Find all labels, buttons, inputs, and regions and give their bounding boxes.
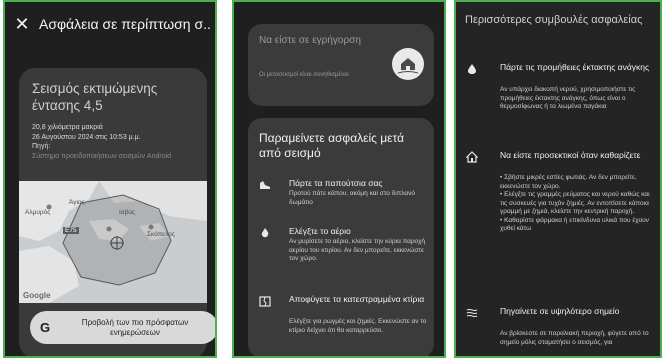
tip-desc: Προτού πάτε κάπου, ακόμη και στο διπλανό… [289,190,416,206]
tip-title: Αποφύγετε τα κατεστραμμένα κτίρια [289,294,425,304]
tip-desc: Αν μυρίσετε το αέριο, κλείστε την κύρια … [289,238,426,262]
safety-title: Παραμείνετε ασφαλείς μετά από σεισμό [259,131,405,160]
tip-bullet: • Ελέγξτε τις γραμμές ρεύματος και νερού… [500,191,650,215]
earthquake-map[interactable]: Άγιος Αλμυρός Ιαβος Σκόπελος E75 Google [19,181,207,303]
tip-bullets: • Σβήστε μικρές εστίες φωτιάς. Αν δεν μπ… [500,174,650,234]
earthquake-title: Σεισμός εκτιμώμενης έντασης 4,5 [32,81,158,113]
map-graphic [19,181,207,303]
top-app-bar: ✕ Ασφάλεια σε περίπτωση σ... [5,2,215,46]
road-shield: E75 [63,227,79,234]
distance-text: 20,8 χιλιόμετρα μακριά [32,124,103,131]
alert-card: Να είστε σε εγρήγορση Οι μετασεισμοί είν… [248,24,434,106]
alert-title: Να είστε σε εγρήγορση [259,35,361,46]
shoe-icon [259,178,271,190]
view-latest-updates-label: Προβολή των πιο πρόσφατων ενημερώσεων [81,317,189,337]
google-logo: Google [23,291,51,300]
datetime-text: 26 Αυγούστου 2024 στις 10:53 μ.μ. [32,133,141,141]
map-label: Άγιος [69,199,85,206]
waves-icon [466,306,478,318]
map-label: Αλμυρός [25,209,51,216]
source-value: Σύστημα προειδοποιήσεων σεισμών Android [32,152,172,160]
map-label: Σκόπελος [147,231,175,238]
google-g-icon: G [39,320,51,335]
earthquake-info: 20,8 χιλιόμετρα μακριά 26 Αυγούστου 2024… [32,123,202,161]
view-latest-updates-button[interactable]: G Προβολή των πιο πρόσφατων ενημερώσεων [30,311,215,344]
more-tips-title: Περισσότερες συμβουλές ασφαλείας [465,14,643,26]
tip-title: Ελέγξτε το αέριο [289,226,351,236]
safety-tips-screen: Να είστε σε εγρήγορση Οι μετασεισμοί είν… [232,0,446,358]
damaged-building-icon [259,294,271,307]
flame-icon [259,226,271,238]
close-icon[interactable]: ✕ [5,14,39,35]
tip-title: Πηγαίνετε σε υψηλότερο σημείο [500,306,620,316]
tip-title: Πάρτε τα παπούτσια σας [289,178,383,188]
screen-title: Ασφάλεια σε περίπτωση σ... [39,16,211,32]
map-label: Ιαβος [119,209,136,216]
tip-desc: Αν υπάρχει διακοπή νερού, χρησιμοποιήστε… [500,86,636,110]
home-icon [465,150,479,163]
tip-title: Πάρτε τις προμήθειες έκτακτης ανάγκης [500,62,650,72]
tip-desc: Ελέγξτε για ρωγμές και ζημιές. Εκκενώστε… [289,318,427,334]
tip-desc: Αν βρίσκεστε σε παραλιακή περιοχή, φύγετ… [500,330,649,346]
water-drop-icon [466,62,478,74]
source-label: Πηγή: [32,143,51,150]
safety-card: Παραμείνετε ασφαλείς μετά από σεισμό Πάρ… [248,118,434,356]
alert-subtitle: Οι μετασεισμοί είναι συνηθισμένοι [259,72,349,78]
tip-bullet: • Καθαρίστε φάρμακα ή επικίνδυνα υλικά π… [500,216,649,233]
house-shaking-icon [392,48,424,80]
tip-title: Να είστε προσεκτικοί όταν καθαρίζετε [500,150,641,160]
tip-bullet: • Σβήστε μικρές εστίες φωτιάς. Αν δεν μπ… [500,174,637,190]
earthquake-detail-screen: ✕ Ασφάλεια σε περίπτωση σ... Σεισμός εκτ… [3,0,217,358]
more-safety-tips-screen: Περισσότερες συμβουλές ασφαλείας Πάρτε τ… [454,0,662,358]
